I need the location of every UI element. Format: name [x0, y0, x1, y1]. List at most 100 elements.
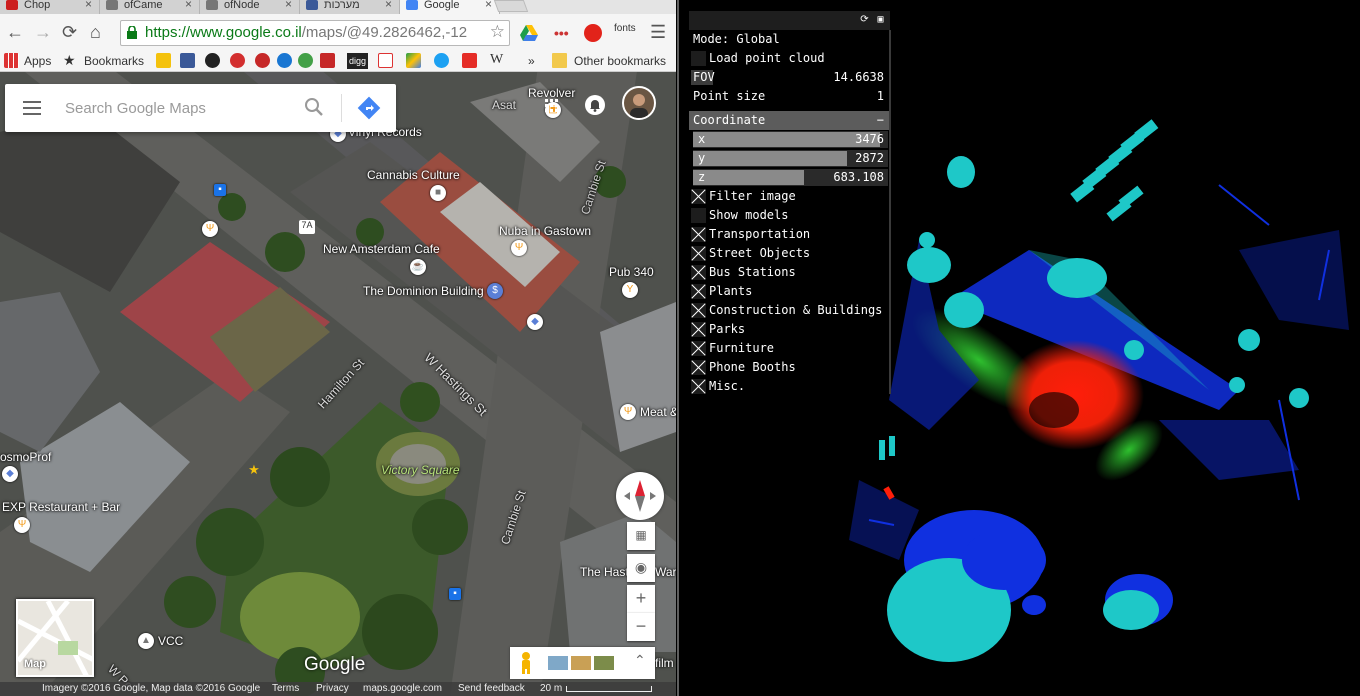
- expand-chevron-icon[interactable]: ⌃: [634, 652, 646, 669]
- back-arrow-icon[interactable]: ←: [6, 22, 24, 42]
- search-icon[interactable]: [303, 96, 325, 118]
- fonts-extension-icon[interactable]: fonts: [614, 24, 640, 42]
- cafe-pin-icon[interactable]: ☕: [410, 259, 426, 275]
- hamburger-menu-icon[interactable]: [23, 101, 41, 115]
- site-link[interactable]: maps.google.com: [363, 682, 442, 696]
- tab-google-maps[interactable]: Google ×: [400, 0, 500, 14]
- map-layer-toggle[interactable]: Map: [16, 599, 94, 677]
- category-checkbox[interactable]: [691, 341, 706, 356]
- map-label-war[interactable]: War: [655, 565, 676, 579]
- bookmark-bookmarks[interactable]: Bookmarks: [84, 53, 144, 69]
- category-checkbox[interactable]: [691, 303, 706, 318]
- map-label-film[interactable]: film: [655, 656, 674, 670]
- keep-icon[interactable]: [156, 53, 171, 68]
- address-bar[interactable]: https://www.google.co.il/maps/@49.282646…: [120, 20, 510, 46]
- app-k-icon[interactable]: [255, 53, 270, 68]
- point-size-value[interactable]: 1: [877, 87, 884, 106]
- opera-icon[interactable]: [584, 24, 602, 42]
- restaurant-pin-icon[interactable]: Ψ: [511, 240, 527, 256]
- pegman-icon[interactable]: [516, 651, 536, 675]
- compass-button[interactable]: [616, 472, 664, 520]
- z-value[interactable]: 683.108: [833, 169, 884, 186]
- zoom-in-button[interactable]: +: [627, 585, 655, 613]
- tab-ofcamera[interactable]: ofCame ×: [100, 0, 200, 14]
- x-row[interactable]: x 3476: [689, 130, 890, 149]
- refresh-icon[interactable]: ⟳: [859, 14, 870, 25]
- category-row-phone-booths[interactable]: Phone Booths: [689, 358, 890, 377]
- app-n-icon[interactable]: [277, 53, 292, 68]
- category-checkbox[interactable]: [691, 227, 706, 242]
- fov-value[interactable]: 14.6638: [833, 68, 884, 87]
- bus-stop-icon[interactable]: ▪: [214, 184, 226, 196]
- map-label-new-amsterdam[interactable]: New Amsterdam Cafe: [323, 242, 440, 256]
- lastpass-icon[interactable]: •••: [554, 24, 572, 42]
- new-tab-button[interactable]: [493, 0, 529, 12]
- show-models-checkbox[interactable]: [691, 208, 706, 223]
- category-checkbox[interactable]: [691, 322, 706, 337]
- coordinate-folder-header[interactable]: Coordinate −: [689, 111, 890, 130]
- imagery-thumb-2[interactable]: [571, 656, 591, 670]
- github-icon[interactable]: [205, 53, 220, 68]
- category-row-plants[interactable]: Plants: [689, 282, 890, 301]
- bank-pin-icon[interactable]: $: [487, 283, 503, 299]
- shop-pin-icon[interactable]: ◆: [2, 466, 18, 482]
- map-label-revolver[interactable]: Revolver: [528, 86, 575, 100]
- send-feedback-link[interactable]: Send feedback: [458, 682, 525, 696]
- filter-image-checkbox[interactable]: [691, 189, 706, 204]
- bookmark-other[interactable]: Other bookmarks: [574, 53, 666, 69]
- filter-image-row[interactable]: Filter image: [689, 187, 890, 206]
- close-tab-icon[interactable]: ×: [185, 0, 192, 10]
- map-label-cosmoprof[interactable]: osmoProf: [0, 450, 51, 464]
- forward-arrow-icon[interactable]: →: [34, 22, 52, 42]
- category-row-furniture[interactable]: Furniture: [689, 339, 890, 358]
- home-icon[interactable]: ⌂: [90, 22, 101, 42]
- z-slider[interactable]: z 683.108: [693, 169, 888, 186]
- restaurant-pin-icon[interactable]: Ψ: [14, 517, 30, 533]
- show-models-row[interactable]: Show models: [689, 206, 890, 225]
- x-slider[interactable]: x 3476: [693, 131, 888, 148]
- chrome-menu-icon[interactable]: ☰: [650, 22, 666, 42]
- shop-pin-icon[interactable]: ◆: [527, 314, 543, 330]
- close-tab-icon[interactable]: ×: [385, 0, 392, 10]
- tab-ofnode[interactable]: ofNode ×: [200, 0, 300, 14]
- category-checkbox[interactable]: [691, 246, 706, 261]
- map-label-pub340[interactable]: Pub 340: [609, 265, 654, 279]
- twitter-icon[interactable]: [434, 53, 449, 68]
- collapse-icon[interactable]: −: [877, 111, 884, 130]
- zoom-out-button[interactable]: −: [627, 613, 655, 641]
- category-row-parks[interactable]: Parks: [689, 320, 890, 339]
- category-row-construction-buildings[interactable]: Construction & Buildings: [689, 301, 890, 320]
- category-checkbox[interactable]: [691, 360, 706, 375]
- map-label-nuba[interactable]: Nuba in Gastown: [499, 224, 591, 238]
- map-label-exp[interactable]: EXP Restaurant + Bar: [2, 500, 120, 514]
- x-value[interactable]: 3476: [855, 131, 884, 148]
- map-label-victory-square[interactable]: Victory Square: [381, 463, 460, 477]
- saved-star-icon[interactable]: ★: [246, 462, 262, 478]
- save-icon[interactable]: ▣: [875, 14, 886, 25]
- close-tab-icon[interactable]: ×: [85, 0, 92, 10]
- z-row[interactable]: z 683.108: [689, 168, 890, 187]
- map-label-the-hast[interactable]: The Hast: [580, 565, 629, 579]
- digg-icon[interactable]: digg: [347, 53, 369, 69]
- fov-row[interactable]: FOV 14.6638: [689, 68, 890, 87]
- category-row-bus-stations[interactable]: Bus Stations: [689, 263, 890, 282]
- load-point-cloud-checkbox[interactable]: [691, 51, 706, 66]
- close-tab-icon[interactable]: ×: [285, 0, 292, 10]
- gmail-icon[interactable]: [378, 53, 393, 68]
- y-value[interactable]: 2872: [855, 150, 884, 167]
- category-row-street-objects[interactable]: Street Objects: [689, 244, 890, 263]
- bookmark-star-icon[interactable]: ☆: [490, 22, 505, 42]
- close-tab-icon[interactable]: ×: [485, 0, 492, 10]
- restaurant-pin-icon[interactable]: Ψ: [202, 221, 218, 237]
- category-checkbox[interactable]: [691, 265, 706, 280]
- map-label-vcc[interactable]: VCC: [158, 634, 183, 648]
- restaurant-pin-icon[interactable]: Ψ: [620, 404, 636, 420]
- app-red-icon[interactable]: [320, 53, 335, 68]
- youtube-icon[interactable]: [462, 53, 477, 68]
- bookmarks-overflow[interactable]: »: [528, 53, 535, 69]
- category-row-transportation[interactable]: Transportation: [689, 225, 890, 244]
- imagery-thumb-3[interactable]: [594, 656, 614, 670]
- map-label-cannabis[interactable]: Cannabis Culture: [367, 168, 460, 182]
- map-label-dominion[interactable]: The Dominion Building: [363, 284, 484, 298]
- tilt-grid-button[interactable]: ▦: [627, 522, 655, 550]
